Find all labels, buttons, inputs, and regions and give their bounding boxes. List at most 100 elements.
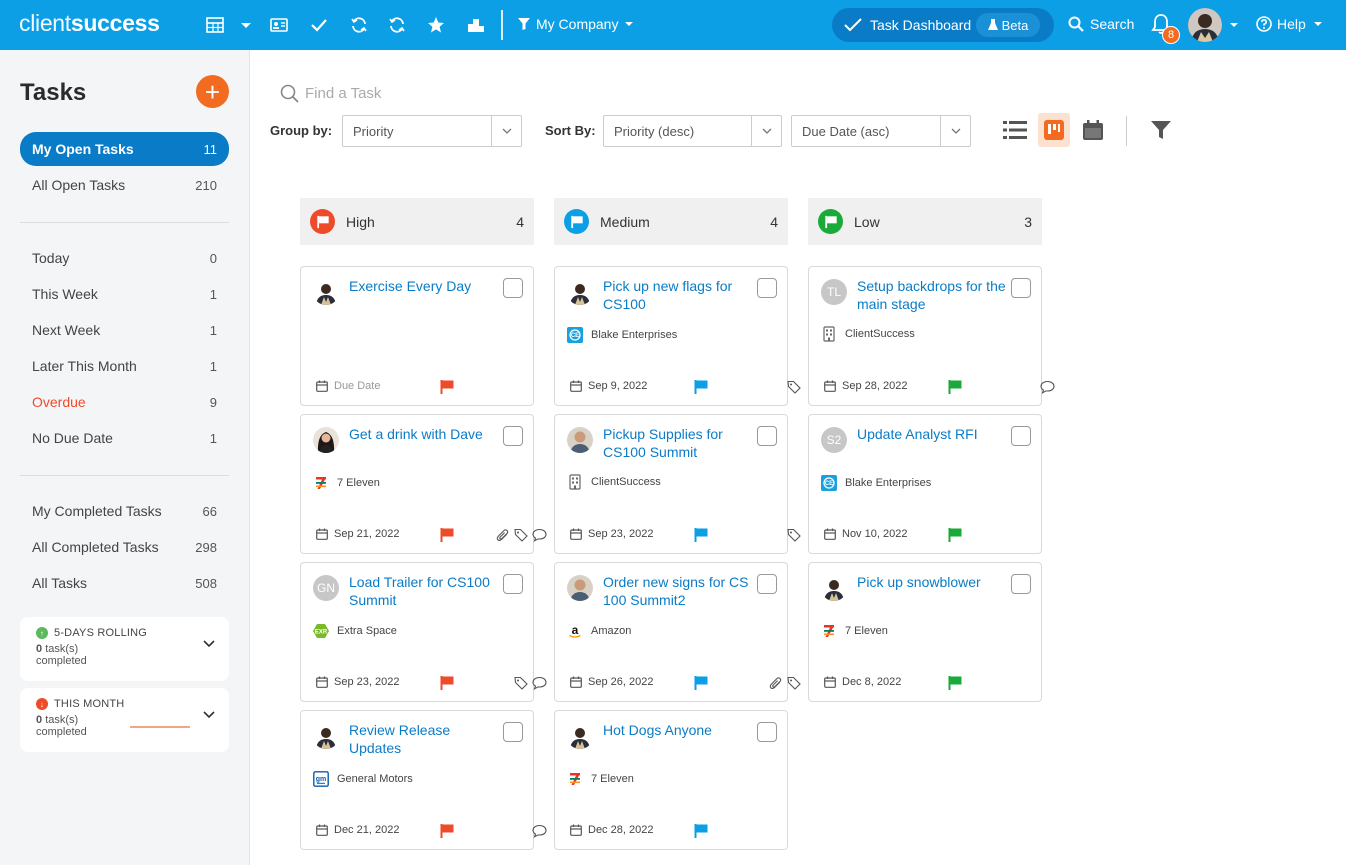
sidebar-item-overdue[interactable]: Overdue 9	[20, 385, 229, 419]
tag-icon[interactable]	[787, 528, 801, 542]
task-title-link[interactable]: Update Analyst RFI	[857, 425, 1007, 443]
task-account[interactable]: EXR Extra Space	[313, 623, 397, 639]
task-card[interactable]: S2 Update Analyst RFI CE Blake Enterprises N…	[808, 414, 1042, 554]
priority-flag-icon[interactable]	[439, 527, 455, 548]
priority-flag-icon[interactable]	[693, 379, 709, 400]
clientsuccess-logo[interactable]: clientsuccess	[19, 10, 160, 37]
task-title-link[interactable]: Pickup Supplies for CS100 Summit	[603, 425, 753, 461]
chevron-down-icon[interactable]	[234, 13, 258, 37]
task-complete-checkbox[interactable]	[757, 426, 777, 446]
task-due-date[interactable]: Due Date	[316, 380, 380, 392]
task-due-date[interactable]: Nov 10, 2022	[824, 528, 907, 540]
sidebar-item-later-this-month[interactable]: Later This Month 1	[20, 349, 229, 383]
task-title-link[interactable]: Pick up snowblower	[857, 573, 1007, 591]
task-due-date[interactable]: Sep 23, 2022	[570, 528, 653, 540]
group-by-select[interactable]: Priority	[342, 115, 522, 147]
task-card[interactable]: Hot Dogs Anyone 7 Eleven Dec 28, 2022	[554, 710, 788, 850]
paperclip-icon[interactable]	[496, 528, 510, 542]
task-account[interactable]: 7 Eleven	[821, 623, 888, 639]
task-account[interactable]: ClientSuccess	[821, 326, 915, 342]
table-grid-icon[interactable]	[203, 13, 227, 37]
sidebar-item-all-tasks[interactable]: All Tasks 508	[20, 566, 229, 600]
task-title-link[interactable]: Review Release Updates	[349, 721, 499, 757]
stat-card-this-month[interactable]: ↓ THIS MONTH 0 task(s) completed	[20, 688, 229, 752]
task-complete-checkbox[interactable]	[1011, 574, 1031, 594]
sidebar-item-my-completed-tasks[interactable]: My Completed Tasks 66	[20, 494, 229, 528]
task-title-link[interactable]: Exercise Every Day	[349, 277, 499, 295]
stat-card-five-days-rolling[interactable]: ↑ 5-DAYS ROLLING 0 task(s) completed	[20, 617, 229, 681]
sort-secondary-select[interactable]: Due Date (asc)	[791, 115, 971, 147]
task-card[interactable]: Pick up new flags for CS100 CE Blake Enter…	[554, 266, 801, 406]
company-filter[interactable]: My Company	[518, 16, 634, 32]
sidebar-item-this-week[interactable]: This Week 1	[20, 277, 229, 311]
priority-flag-icon[interactable]	[947, 527, 963, 548]
task-complete-checkbox[interactable]	[1011, 278, 1031, 298]
task-title-link[interactable]: Pick up new flags for CS100	[603, 277, 753, 313]
comment-icon[interactable]	[532, 528, 547, 542]
comment-icon[interactable]	[532, 824, 547, 838]
help-menu[interactable]: Help	[1256, 16, 1325, 32]
task-due-date[interactable]: Sep 9, 2022	[570, 380, 647, 392]
sidebar-item-all-completed-tasks[interactable]: All Completed Tasks 298	[20, 530, 229, 564]
find-task-input[interactable]: Find a Task	[305, 85, 381, 102]
task-account[interactable]: 7 Eleven	[313, 475, 380, 491]
tag-icon[interactable]	[787, 380, 801, 394]
priority-flag-icon[interactable]	[693, 527, 709, 548]
task-complete-checkbox[interactable]	[1011, 426, 1031, 446]
task-card[interactable]: Get a drink with Dave 7 Eleven Sep 21, 202…	[300, 414, 547, 554]
comment-icon[interactable]	[1040, 380, 1055, 394]
task-title-link[interactable]: Order new signs for CS 100 Summit2	[603, 573, 753, 609]
priority-flag-icon[interactable]	[439, 823, 455, 844]
task-complete-checkbox[interactable]	[757, 278, 777, 298]
task-due-date[interactable]: Dec 28, 2022	[570, 824, 653, 836]
task-card[interactable]: Pickup Supplies for CS100 Summit ClientSu…	[554, 414, 801, 554]
refresh-icon[interactable]	[385, 13, 409, 37]
filter-button[interactable]	[1145, 113, 1177, 147]
task-title-link[interactable]: Get a drink with Dave	[349, 425, 499, 443]
task-card[interactable]: Exercise Every Day Due Date	[300, 266, 534, 406]
task-title-link[interactable]: Hot Dogs Anyone	[603, 721, 753, 739]
task-account[interactable]: 7 Eleven	[567, 771, 634, 787]
priority-flag-icon[interactable]	[693, 675, 709, 696]
task-account[interactable]: CE Blake Enterprises	[567, 327, 677, 343]
task-card[interactable]: Review Release Updates gm General Motors De…	[300, 710, 547, 850]
task-complete-checkbox[interactable]	[503, 722, 523, 742]
task-title-link[interactable]: Load Trailer for CS100 Summit	[349, 573, 499, 609]
star-icon[interactable]	[424, 13, 448, 37]
priority-flag-icon[interactable]	[693, 823, 709, 844]
task-due-date[interactable]: Dec 8, 2022	[824, 676, 901, 688]
task-complete-checkbox[interactable]	[757, 722, 777, 742]
task-dashboard-pill[interactable]: Task Dashboard Beta	[832, 8, 1054, 42]
priority-flag-icon[interactable]	[439, 675, 455, 696]
sort-primary-select[interactable]: Priority (desc)	[603, 115, 782, 147]
priority-flag-icon[interactable]	[947, 379, 963, 400]
global-search-button[interactable]: Search	[1068, 16, 1134, 32]
task-complete-checkbox[interactable]	[503, 278, 523, 298]
task-card[interactable]: GN Load Trailer for CS100 Summit EXR Extra …	[300, 562, 547, 702]
task-account[interactable]: gm General Motors	[313, 771, 413, 787]
sync-icon[interactable]	[347, 13, 371, 37]
task-due-date[interactable]: Dec 21, 2022	[316, 824, 399, 836]
priority-flag-icon[interactable]	[439, 379, 455, 400]
sidebar-item-my-open-tasks[interactable]: My Open Tasks 11	[20, 132, 229, 166]
tag-icon[interactable]	[514, 676, 528, 690]
task-card[interactable]: Pick up snowblower 7 Eleven Dec 8, 2022	[808, 562, 1042, 702]
podium-icon[interactable]	[464, 13, 488, 37]
task-complete-checkbox[interactable]	[503, 574, 523, 594]
sidebar-item-today[interactable]: Today 0	[20, 241, 229, 275]
task-complete-checkbox[interactable]	[503, 426, 523, 446]
board-view-button[interactable]	[1038, 113, 1070, 147]
task-due-date[interactable]: Sep 28, 2022	[824, 380, 907, 392]
task-due-date[interactable]: Sep 23, 2022	[316, 676, 399, 688]
task-title-link[interactable]: Setup backdrops for the main stage	[857, 277, 1007, 313]
contact-card-icon[interactable]	[267, 13, 291, 37]
list-view-button[interactable]	[999, 113, 1031, 147]
task-due-date[interactable]: Sep 26, 2022	[570, 676, 653, 688]
paperclip-icon[interactable]	[769, 676, 783, 690]
task-account[interactable]: ClientSuccess	[567, 474, 661, 490]
chevron-down-icon[interactable]	[1229, 20, 1239, 30]
task-account[interactable]: a Amazon	[567, 623, 631, 639]
tag-icon[interactable]	[514, 528, 528, 542]
tag-icon[interactable]	[787, 676, 801, 690]
sidebar-item-no-due-date[interactable]: No Due Date 1	[20, 421, 229, 455]
